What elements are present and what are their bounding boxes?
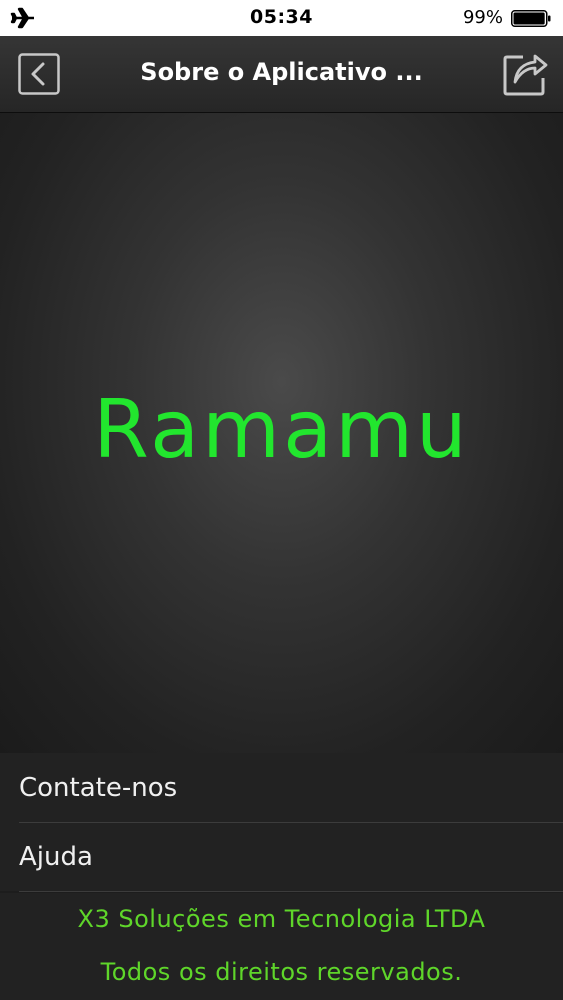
menu-list: Contate-nos Ajuda: [0, 753, 563, 892]
status-bar: 05:34 99%: [0, 0, 563, 36]
menu-item-contact[interactable]: Contate-nos: [0, 753, 563, 823]
page-title: Sobre o Aplicativo ...: [140, 58, 423, 86]
footer-rights: Todos os direitos reservados.: [100, 958, 463, 986]
app-logo-banner: Ramamu: [0, 113, 563, 753]
battery-icon: [511, 10, 551, 27]
footer: X3 Soluções em Tecnologia LTDA Todos os …: [0, 893, 563, 1000]
app-name-logo: Ramamu: [93, 383, 470, 476]
footer-company: X3 Soluções em Tecnologia LTDA: [77, 905, 486, 933]
battery-percent: 99%: [462, 7, 503, 28]
app-screen: 05:34 99% Sobre o Aplicativo ... Ramamu …: [0, 0, 563, 1000]
navigation-bar: Sobre o Aplicativo ...: [0, 36, 563, 113]
back-button[interactable]: [18, 53, 60, 95]
share-button[interactable]: [503, 48, 549, 96]
menu-item-help[interactable]: Ajuda: [0, 822, 563, 892]
